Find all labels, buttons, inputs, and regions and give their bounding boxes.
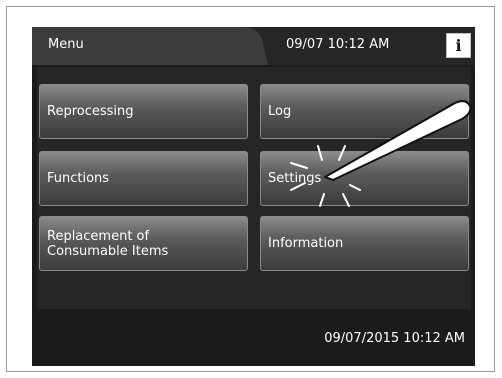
- reprocessing-button-label: Reprocessing: [47, 104, 134, 119]
- reprocessing-button[interactable]: Reprocessing: [39, 84, 248, 139]
- functions-button-label: Functions: [47, 171, 110, 186]
- info-icon[interactable]: i: [446, 33, 471, 58]
- log-button-label: Log: [268, 104, 292, 119]
- header-bar: Menu 09/07 10:12 AM i: [32, 27, 475, 65]
- replacement-of-consumable-items-button[interactable]: Replacement of Consumable Items: [39, 216, 248, 271]
- information-button-label: Information: [268, 236, 344, 251]
- status-bar: 09/07/2015 10:12 AM: [32, 314, 475, 366]
- log-button[interactable]: Log: [260, 84, 469, 139]
- settings-button-label: Settings: [268, 171, 322, 186]
- functions-button[interactable]: Functions: [39, 151, 248, 206]
- device-screen: Menu 09/07 10:12 AM i Reprocessing Log F…: [32, 27, 475, 366]
- header-datetime: 09/07 10:12 AM: [286, 37, 390, 52]
- footer-datetime: 09/07/2015 10:12 AM: [324, 331, 465, 346]
- menu-tab: Menu: [32, 27, 268, 65]
- information-button[interactable]: Information: [260, 216, 469, 271]
- page-title: Menu: [48, 37, 84, 52]
- menu-panel: Reprocessing Log Functions Settings Repl…: [37, 67, 471, 309]
- settings-button[interactable]: Settings: [260, 151, 469, 206]
- replacement-button-label: Replacement of Consumable Items: [47, 228, 169, 259]
